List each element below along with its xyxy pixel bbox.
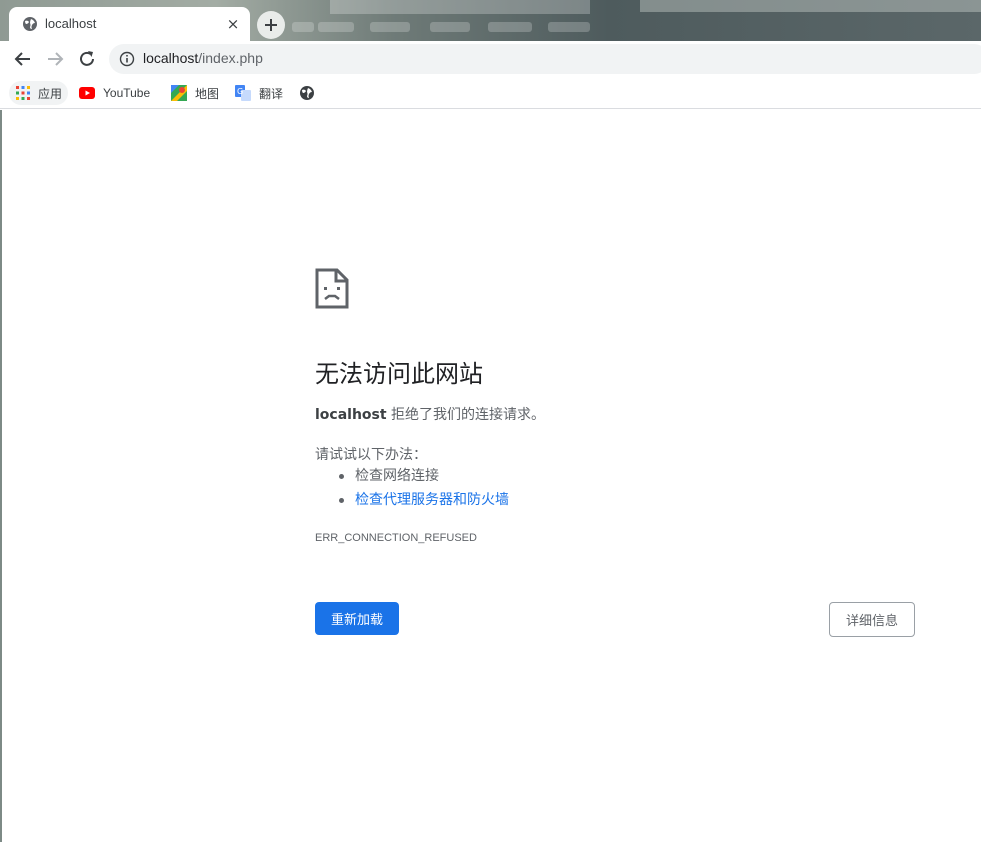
arrow-left-icon[interactable] [13, 49, 33, 69]
youtube-icon [79, 87, 95, 99]
maps-icon [171, 85, 187, 101]
bookmark-translate[interactable]: G 翻译 [235, 81, 283, 105]
url-path: /index.php [198, 50, 263, 66]
suggestions-list: 检查网络连接 检查代理服务器和防火墙 [315, 466, 509, 514]
bookmark-youtube[interactable]: YouTube [79, 81, 150, 105]
globe-icon [300, 86, 314, 100]
bookmark-label: 地图 [195, 86, 220, 101]
title-bar: localhost × [0, 0, 981, 41]
background-blur [370, 22, 410, 32]
svg-text:G: G [237, 87, 243, 96]
background-blur [430, 22, 470, 32]
toolbar: localhost/index.php [0, 41, 981, 77]
globe-icon [23, 17, 37, 31]
page-title: 无法访问此网站 [315, 361, 483, 388]
error-host: localhost [315, 407, 387, 423]
address-bar[interactable]: localhost/index.php [109, 44, 981, 74]
bookmarks-bar: 应用 YouTube 地图 G 翻译 [0, 77, 981, 109]
translate-icon: G [235, 85, 251, 101]
error-page: 无法访问此网站 localhost 拒绝了我们的连接请求。 请试试以下办法： 检… [0, 110, 981, 842]
proxy-firewall-link[interactable]: 检查代理服务器和防火墙 [315, 490, 509, 514]
sad-page-icon [315, 268, 349, 309]
new-tab-button[interactable] [257, 11, 285, 39]
bookmark-label: 翻译 [259, 86, 284, 101]
reload-icon[interactable] [77, 49, 97, 69]
browser-tab[interactable]: localhost × [9, 7, 250, 41]
arrow-right-icon[interactable] [45, 49, 65, 69]
suggestions-title: 请试试以下办法： [315, 447, 427, 463]
url-text: localhost/index.php [143, 50, 263, 66]
bookmark-label: 应用 [38, 86, 63, 101]
error-summary-text: 拒绝了我们的连接请求。 [386, 407, 546, 423]
bookmark-label: YouTube [103, 86, 151, 100]
background-blur [548, 22, 590, 32]
background-blur [292, 22, 314, 32]
background-blur [640, 0, 981, 12]
list-item: 检查网络连接 [315, 466, 509, 490]
info-icon[interactable] [119, 51, 135, 67]
bookmark-maps[interactable]: 地图 [171, 81, 219, 105]
background-blur [488, 22, 532, 32]
bookmark-apps[interactable]: 应用 [9, 81, 69, 105]
apps-grid-icon [16, 86, 30, 100]
error-code: ERR_CONNECTION_REFUSED [315, 532, 477, 544]
error-summary: localhost 拒绝了我们的连接请求。 [315, 404, 545, 424]
reload-button[interactable]: 重新加载 [315, 602, 399, 635]
background-blur [318, 22, 354, 32]
details-button[interactable]: 详细信息 [829, 602, 915, 637]
url-host: localhost [143, 50, 199, 66]
plus-icon [265, 19, 277, 31]
background-blur [330, 0, 590, 14]
close-tab-icon[interactable]: × [225, 16, 241, 32]
tab-title: localhost [45, 16, 97, 31]
bookmark-globe[interactable] [299, 81, 315, 105]
